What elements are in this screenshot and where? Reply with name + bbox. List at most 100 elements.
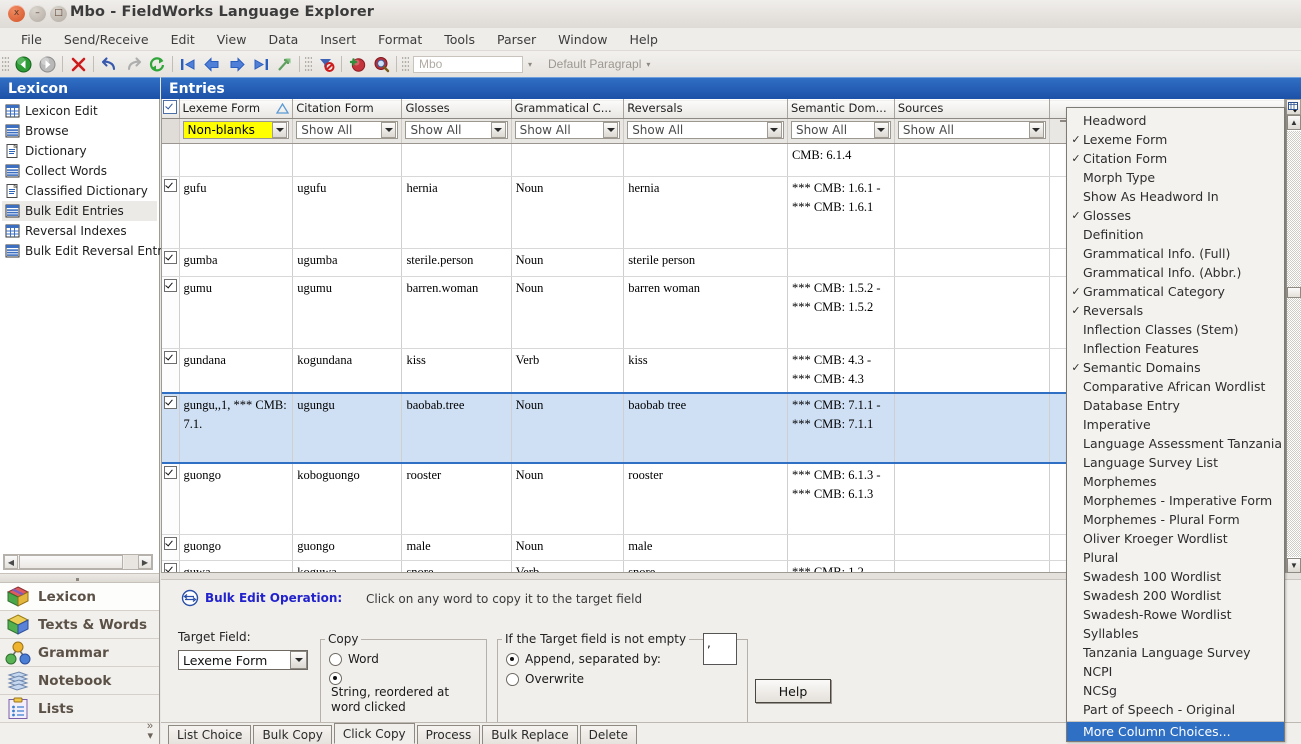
cell-grammatical-c-[interactable]: Noun xyxy=(511,462,625,536)
cell-citation-form[interactable]: koboguongo xyxy=(292,462,403,536)
area-texts-words[interactable]: Texts & Words xyxy=(0,611,159,639)
menu-item-lexeme-form[interactable]: ✓ Lexeme Form xyxy=(1067,130,1284,149)
cell-sources[interactable] xyxy=(894,534,1050,562)
filter-combo-6[interactable]: Show All xyxy=(897,121,1046,139)
cell-grammatical-c-[interactable] xyxy=(511,143,625,177)
column-chooser-button[interactable] xyxy=(1286,99,1301,115)
column-header-lexeme-form[interactable]: Lexeme Form xyxy=(179,99,294,119)
cell-glosses[interactable]: barren.woman xyxy=(401,276,512,349)
tab-bulk-replace[interactable]: Bulk Replace xyxy=(482,725,578,744)
cell-reversals[interactable]: hernia xyxy=(623,176,788,249)
filter-combo-1[interactable]: Show All xyxy=(296,121,399,139)
filter-combo-4[interactable]: Show All xyxy=(627,121,784,139)
cell-lexeme-form[interactable]: gumu xyxy=(179,276,294,349)
cell-semantic-dom-[interactable] xyxy=(787,248,895,277)
refresh-icon[interactable] xyxy=(145,53,169,75)
cell-grammatical-c-[interactable]: Noun xyxy=(511,534,625,562)
cell-grammatical-c-[interactable]: Noun xyxy=(511,176,625,249)
scrollbar-thumb[interactable] xyxy=(19,555,123,569)
menu-item-semantic-domains[interactable]: ✓ Semantic Domains xyxy=(1067,358,1284,377)
menu-item-swadesh-rowe-wordlist[interactable]: Swadesh-Rowe Wordlist xyxy=(1067,605,1284,624)
cell-citation-form[interactable]: ugufu xyxy=(292,176,403,249)
sidebar-item-dictionary[interactable]: Dictionary xyxy=(2,141,157,161)
cell-sources[interactable] xyxy=(894,462,1050,536)
row-checkbox[interactable] xyxy=(162,560,180,572)
scroll-right-icon[interactable]: ▶ xyxy=(138,555,152,569)
filter-combo-3[interactable]: Show All xyxy=(514,121,621,139)
menu-item-ncsg[interactable]: NCSg xyxy=(1067,681,1284,700)
style-combo[interactable]: Default Paragrapl ▾ xyxy=(545,56,661,73)
chevron-down-icon[interactable] xyxy=(766,122,782,138)
menu-file[interactable]: File xyxy=(10,30,53,49)
menu-item-language-survey-list[interactable]: Language Survey List xyxy=(1067,453,1284,472)
previous-icon[interactable] xyxy=(200,53,224,75)
cell-sources[interactable] xyxy=(894,348,1050,394)
toolbar-grip[interactable] xyxy=(2,55,9,73)
cell-lexeme-form[interactable]: guongo xyxy=(179,462,294,536)
menu-item-grammatical-info-abbr[interactable]: Grammatical Info. (Abbr.) xyxy=(1067,263,1284,282)
next-icon[interactable] xyxy=(224,53,248,75)
menu-item-part-of-speech-original[interactable]: Part of Speech - Original xyxy=(1067,700,1284,719)
help-button[interactable]: Help xyxy=(755,679,831,703)
sidebar-item-browse[interactable]: Browse xyxy=(2,121,157,141)
menu-item-plural[interactable]: Plural xyxy=(1067,548,1284,567)
cell-sources[interactable] xyxy=(894,391,1050,464)
cell-semantic-dom-[interactable]: *** CMB: 1.6.1 - *** CMB: 1.6.1 xyxy=(787,176,895,249)
cell-reversals[interactable]: kiss xyxy=(623,348,788,394)
menu-item-definition[interactable]: Definition xyxy=(1067,225,1284,244)
cell-reversals[interactable]: male xyxy=(623,534,788,562)
menu-send-receive[interactable]: Send/Receive xyxy=(53,30,160,49)
scroll-down-button[interactable]: ▼ xyxy=(1287,558,1301,573)
column-header-glosses[interactable]: Glosses xyxy=(401,99,512,119)
cell-glosses[interactable]: kiss xyxy=(401,348,512,394)
first-icon[interactable] xyxy=(176,53,200,75)
chevron-down-icon[interactable] xyxy=(490,122,506,138)
cell-glosses[interactable]: snore xyxy=(401,560,512,572)
cell-reversals[interactable]: barren woman xyxy=(623,276,788,349)
sidebar-horizontal-scrollbar[interactable]: ◀ ▶ xyxy=(3,554,153,570)
menu-help[interactable]: Help xyxy=(618,30,669,49)
chevron-down-icon[interactable] xyxy=(290,651,307,669)
cell-reversals[interactable]: rooster xyxy=(623,462,788,536)
menu-format[interactable]: Format xyxy=(367,30,433,49)
menu-item-morphemes-imperative-form[interactable]: Morphemes - Imperative Form xyxy=(1067,491,1284,510)
row-checkbox[interactable] xyxy=(162,176,180,249)
cell-semantic-dom-[interactable]: CMB: 6.1.4 xyxy=(787,143,895,177)
cell-semantic-dom-[interactable]: *** CMB: 1.5.2 - *** CMB: 1.5.2 xyxy=(787,276,895,349)
menu-item-morphemes-plural-form[interactable]: Morphemes - Plural Form xyxy=(1067,510,1284,529)
select-all-checkbox[interactable] xyxy=(162,99,180,119)
toolbar-grip[interactable] xyxy=(402,55,409,73)
menu-item-swadesh-100-wordlist[interactable]: Swadesh 100 Wordlist xyxy=(1067,567,1284,586)
insert-entry-icon[interactable] xyxy=(345,53,369,75)
menu-item-syllables[interactable]: Syllables xyxy=(1067,624,1284,643)
menu-item-oliver-kroeger-wordlist[interactable]: Oliver Kroeger Wordlist xyxy=(1067,529,1284,548)
scrollbar-track[interactable] xyxy=(124,555,138,569)
row-checkbox[interactable] xyxy=(162,276,180,349)
menu-tools[interactable]: Tools xyxy=(433,30,486,49)
cell-citation-form[interactable]: ugumu xyxy=(292,276,403,349)
back-icon[interactable] xyxy=(11,53,35,75)
area-lists[interactable]: Lists xyxy=(0,695,159,723)
chevron-down-icon[interactable] xyxy=(1028,122,1044,138)
redo-icon[interactable] xyxy=(121,53,145,75)
cell-lexeme-form[interactable]: gumba xyxy=(179,248,294,277)
row-checkbox[interactable] xyxy=(162,391,180,464)
chevron-down-icon[interactable] xyxy=(272,122,288,138)
menu-parser[interactable]: Parser xyxy=(486,30,547,49)
area-bar-expand[interactable]: » ▾ xyxy=(147,721,153,742)
row-checkbox[interactable] xyxy=(162,348,180,394)
delete-icon[interactable] xyxy=(66,53,90,75)
menu-item-glosses[interactable]: ✓ Glosses xyxy=(1067,206,1284,225)
cell-citation-form[interactable]: ugungu xyxy=(292,391,403,464)
scrollbar-thumb[interactable] xyxy=(1287,287,1301,298)
menu-item-ncpi[interactable]: NCPI xyxy=(1067,662,1284,681)
menu-insert[interactable]: Insert xyxy=(309,30,367,49)
cell-semantic-dom-[interactable]: *** CMB: 6.1.3 - *** CMB: 6.1.3 xyxy=(787,462,895,536)
column-header-sources[interactable]: Sources xyxy=(894,99,1050,119)
menu-item-database-entry[interactable]: Database Entry xyxy=(1067,396,1284,415)
menu-item-tanzania-language-survey[interactable]: Tanzania Language Survey xyxy=(1067,643,1284,662)
sidebar-item-collect-words[interactable]: Collect Words xyxy=(2,161,157,181)
cell-sources[interactable] xyxy=(894,248,1050,277)
column-header-grammatical-c-[interactable]: Grammatical C... xyxy=(511,99,625,119)
scroll-up-button[interactable]: ▲ xyxy=(1287,115,1301,130)
